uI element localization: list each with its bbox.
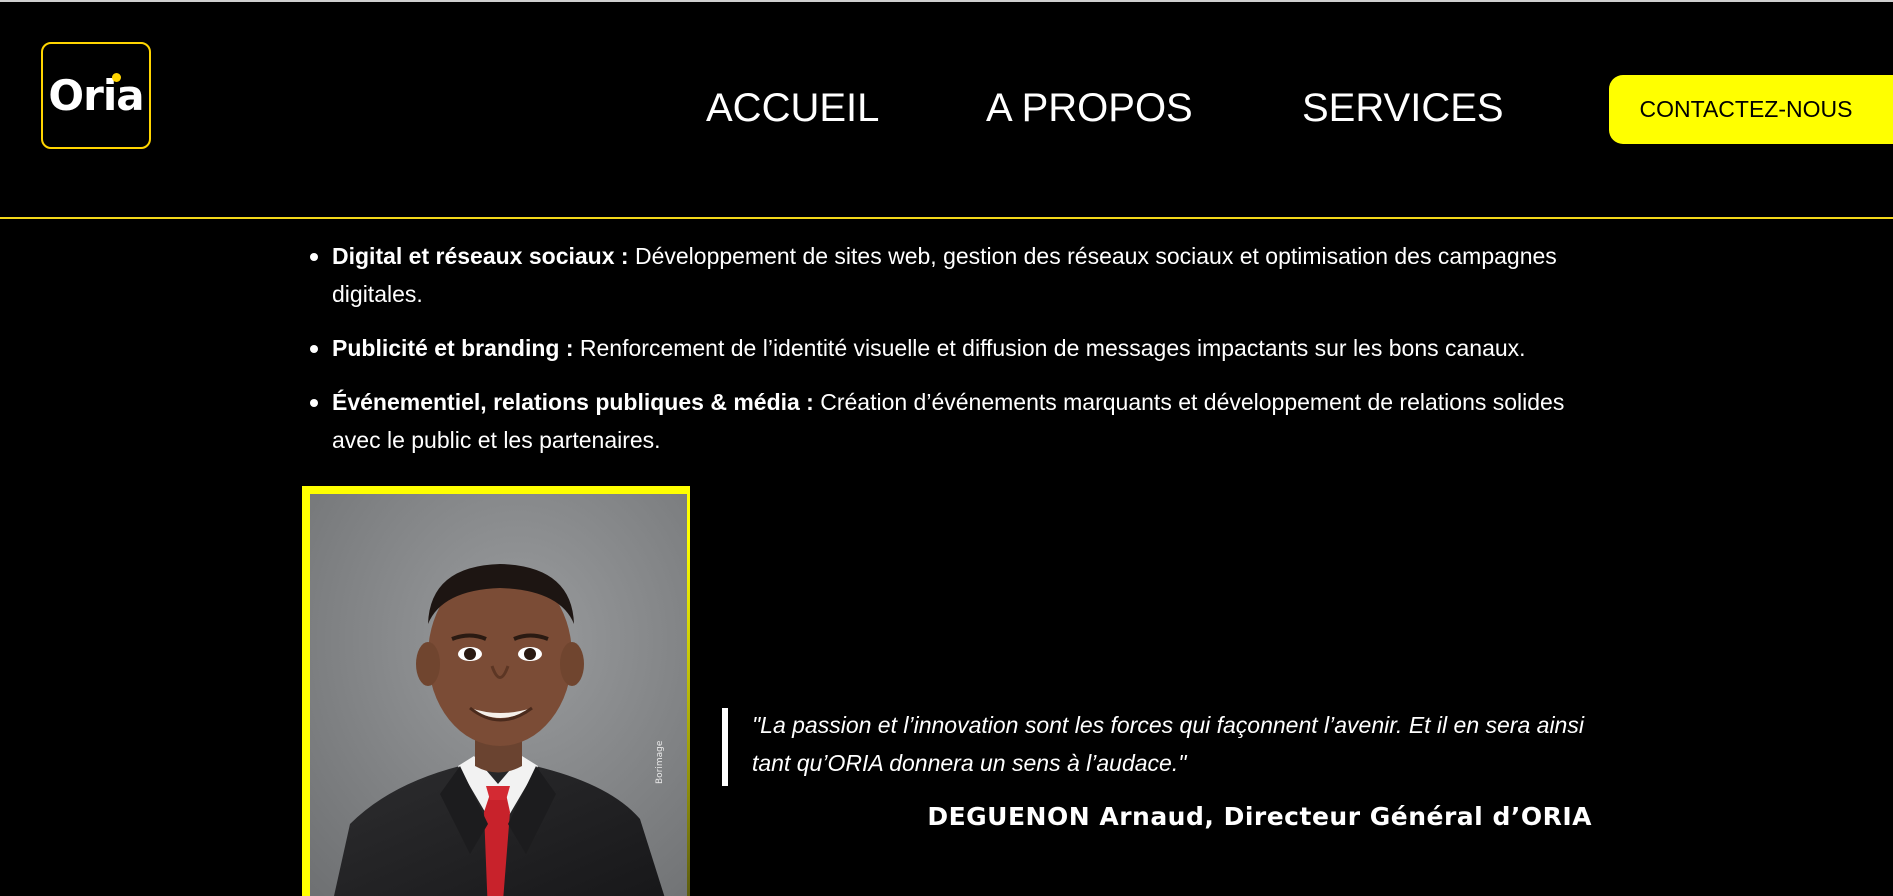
director-photo-frame: Borimage	[302, 486, 690, 896]
list-item: Événementiel, relations publiques & médi…	[310, 383, 1590, 459]
service-title: Publicité et branding :	[332, 335, 574, 361]
nav-item-accueil[interactable]: ACCUEIL	[706, 80, 879, 136]
director-photo: Borimage	[310, 494, 687, 896]
nav-item-services[interactable]: SERVICES	[1302, 80, 1504, 136]
service-description: Renforcement de l’identité visuelle et d…	[573, 335, 1526, 361]
photo-watermark: Borimage	[655, 740, 665, 784]
director-portrait-illustration: Borimage	[310, 494, 687, 896]
quote-text: "La passion et l’innovation sont les for…	[752, 712, 1584, 776]
services-list: Digital et réseaux sociaux : Développeme…	[310, 237, 1590, 475]
quote-bar	[722, 708, 728, 786]
site-header: Oria ACCUEIL A PROPOS SERVICES CONTACTEZ…	[0, 2, 1893, 219]
service-title: Événementiel, relations publiques & médi…	[332, 389, 814, 415]
list-item: Digital et réseaux sociaux : Développeme…	[310, 237, 1590, 313]
bullet-icon	[310, 345, 318, 353]
list-item: Publicité et branding : Renforcement de …	[310, 329, 1590, 367]
contact-button[interactable]: CONTACTEZ-NOUS	[1609, 75, 1893, 144]
service-title: Digital et réseaux sociaux :	[332, 243, 629, 269]
quote-author: DEGUENON Arnaud, Directeur Général d’ORI…	[927, 802, 1592, 831]
nav-item-a-propos[interactable]: A PROPOS	[986, 80, 1193, 136]
bullet-icon	[310, 399, 318, 407]
bullet-icon	[310, 253, 318, 261]
